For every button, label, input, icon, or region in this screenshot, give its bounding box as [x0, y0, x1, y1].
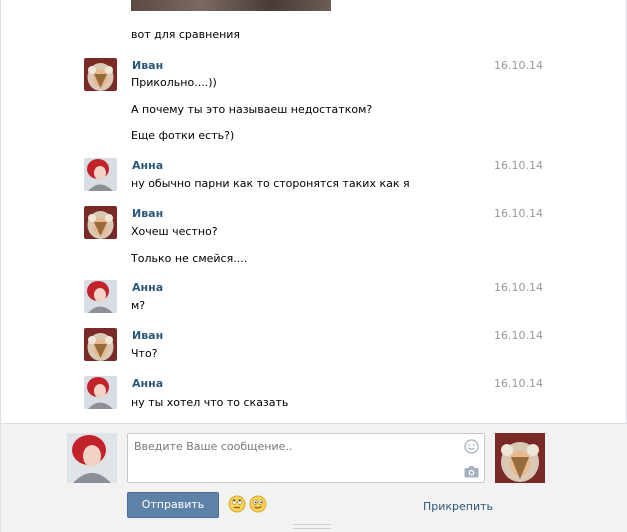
message-text: Только не смейся.... — [131, 252, 248, 265]
author-name[interactable]: Иван — [132, 329, 163, 342]
attach-link[interactable]: Прикрепить — [423, 500, 493, 513]
send-button[interactable]: Отправить — [127, 492, 219, 518]
message-date: 16.10.14 — [494, 59, 543, 72]
own-avatar[interactable] — [67, 433, 117, 483]
author-name[interactable]: Иван — [132, 207, 163, 220]
avatar-anna[interactable] — [84, 376, 117, 409]
message-date: 16.10.14 — [494, 377, 543, 390]
message-text: вот для сравнения — [131, 28, 241, 41]
avatar-anna[interactable] — [84, 158, 117, 191]
message-date: 16.10.14 — [494, 329, 543, 342]
message-text: ну ты хотел что то сказать — [131, 396, 289, 409]
message-composer: Введите Ваше сообщение.. Отправить Прикр… — [1, 423, 627, 532]
emoji-smirk-icon[interactable] — [249, 495, 267, 513]
companion-avatar[interactable] — [495, 433, 545, 483]
message-input[interactable]: Введите Ваше сообщение.. — [127, 433, 485, 483]
camera-icon[interactable] — [464, 465, 479, 478]
avatar-anna[interactable] — [84, 280, 117, 313]
attached-photo[interactable] — [131, 0, 331, 11]
avatar-ivan[interactable] — [84, 328, 117, 361]
author-name[interactable]: Анна — [132, 159, 163, 172]
message-placeholder: Введите Ваше сообщение.. — [134, 440, 293, 453]
avatar-ivan[interactable] — [84, 58, 117, 91]
resize-grip[interactable] — [293, 524, 331, 529]
message-date: 16.10.14 — [494, 207, 543, 220]
avatar-ivan[interactable] — [84, 206, 117, 239]
message-text: А почему ты это называеш недостатком? — [131, 103, 373, 116]
author-name[interactable]: Иван — [132, 59, 163, 72]
message-date: 16.10.14 — [494, 281, 543, 294]
smile-icon[interactable] — [464, 439, 479, 454]
message-text: Еще фотки есть?) — [131, 129, 235, 142]
message-text: Что? — [131, 347, 158, 360]
dialog-page: вот для сравнения Иван 16.10.14 Прикольн… — [0, 0, 627, 532]
message-text: ну обычно парни как то сторонятся таких … — [131, 177, 410, 190]
message-date: 16.10.14 — [494, 159, 543, 172]
message-text: Хочеш честно? — [131, 225, 218, 238]
message-text: м? — [131, 299, 146, 312]
message-text: Прикольно....)) — [131, 76, 217, 89]
author-name[interactable]: Анна — [132, 281, 163, 294]
author-name[interactable]: Анна — [132, 377, 163, 390]
emoji-rolling-eyes-icon[interactable] — [228, 495, 246, 513]
